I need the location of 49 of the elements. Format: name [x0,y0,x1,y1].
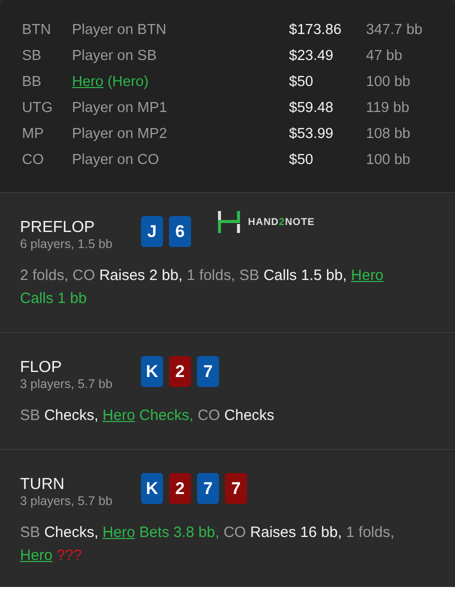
position-label: MP [22,125,45,144]
stack-amount: $53.99 [289,125,334,144]
playing-card: K [141,473,163,504]
player-name: Player on MP1 [72,99,168,118]
hero-link[interactable]: Hero [72,74,104,90]
stack-bb: 100 bb [366,151,412,170]
stack-bb: 347.7 bb [366,21,424,40]
player-name: Player on CO [72,151,160,170]
position-label: BTN [22,21,52,40]
playing-card: 2 [169,356,191,387]
street-title: PREFLOP [20,218,96,237]
player-name: Hero (Hero) [72,73,150,92]
hero-link[interactable]: Hero [351,267,384,284]
player-name: Player on MP2 [72,125,168,144]
action-summary: SB Checks, Hero Checks, CO Checks [20,406,276,426]
stack-amount: $59.48 [289,99,334,118]
street-subtitle: 3 players, 5.7 bb [20,494,114,509]
playing-card: K [141,356,163,387]
player-name: Player on BTN [72,21,168,40]
street-title: FLOP [20,358,63,377]
logo-icon [218,211,240,233]
hero-link[interactable]: Hero [20,547,53,564]
playing-card: 7 [197,356,219,387]
playing-card: 7 [197,473,219,504]
position-label: BB [22,73,42,92]
position-label: CO [22,151,45,170]
action-summary: 2 folds, CO Raises 2 bb, 1 folds, SB Calls 1.5 bb, Hero Calls 1 bb [20,266,385,309]
position-label: SB [22,47,42,66]
street-subtitle: 6 players, 1.5 bb [20,237,114,252]
stack-bb: 108 bb [366,125,412,144]
position-label: UTG [22,99,54,118]
playing-card: 6 [169,216,191,247]
stack-bb: 47 bb [366,47,404,66]
stack-bb: 119 bb [366,99,410,118]
street-subtitle: 3 players, 5.7 bb [20,377,114,392]
stack-bb: 100 bb [366,73,412,92]
playing-card: 7 [225,473,247,504]
playing-card: 2 [169,473,191,504]
stack-amount: $23.49 [289,47,334,66]
stack-amount: $173.86 [289,21,342,40]
hero-link[interactable]: Hero [102,407,136,424]
stack-amount: $50 [289,151,314,170]
playing-card: J [141,216,163,247]
street-title: TURN [20,475,66,494]
logo-wordmark: HAND2NOTE [248,216,315,228]
player-name: Player on SB [72,47,158,66]
action-summary: SB Checks, Hero Bets 3.8 bb, CO Raises 16 bb, 1 folds, Hero ??? [20,523,396,566]
hero-link[interactable]: Hero [102,524,136,541]
stack-amount: $50 [289,73,314,92]
